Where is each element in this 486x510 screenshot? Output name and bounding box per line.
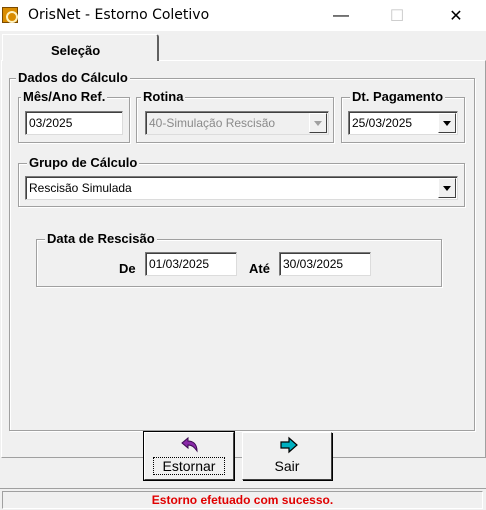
ate-label: Até xyxy=(249,261,270,276)
tab-selecao-label: Seleção xyxy=(51,43,101,58)
chevron-down-icon[interactable] xyxy=(438,178,456,198)
data-rescisao-group: Data de Rescisão De 01/03/2025 Até 30/03… xyxy=(36,231,442,287)
estornar-label: Estornar xyxy=(162,458,216,474)
dt-pagamento-select[interactable]: 25/03/2025 xyxy=(348,111,458,135)
mes-ano-input[interactable]: 03/2025 xyxy=(25,111,123,135)
minimize-button[interactable]: — xyxy=(318,0,364,31)
sair-button[interactable]: Sair xyxy=(242,432,332,480)
orisnet-app-icon xyxy=(2,7,18,23)
grupo-calculo-group: Grupo de Cálculo Rescisão Simulada xyxy=(18,155,465,207)
status-bar: Estorno efetuado com sucesso. xyxy=(0,488,486,510)
data-rescisao-legend: Data de Rescisão xyxy=(45,231,157,246)
exit-arrow-icon xyxy=(280,436,298,454)
rotina-group: Rotina 40-Simulação Rescisão xyxy=(136,89,334,143)
chevron-down-icon[interactable] xyxy=(438,113,456,133)
grupo-calculo-legend: Grupo de Cálculo xyxy=(27,155,140,170)
rotina-legend: Rotina xyxy=(141,89,186,104)
client-area: Dados do Cálculo Mês/Ano Ref. 03/2025 Ro… xyxy=(0,31,486,510)
data-rescisao-ate-input[interactable]: 30/03/2025 xyxy=(279,252,371,276)
grupo-calculo-select-value: Rescisão Simulada xyxy=(29,181,132,195)
de-label: De xyxy=(119,261,136,276)
dt-pagamento-select-value: 25/03/2025 xyxy=(352,116,413,130)
status-message: Estorno efetuado com sucesso. xyxy=(151,493,334,507)
status-panel: Estorno efetuado com sucesso. xyxy=(2,491,483,509)
estornar-button[interactable]: Estornar xyxy=(143,431,235,481)
tab-panel: Dados do Cálculo Mês/Ano Ref. 03/2025 Ro… xyxy=(1,60,486,458)
dt-pagamento-legend: Dt. Pagamento xyxy=(350,89,446,104)
grupo-calculo-select[interactable]: Rescisão Simulada xyxy=(25,176,458,200)
dados-calculo-legend: Dados do Cálculo xyxy=(16,70,130,85)
dt-pagamento-group: Dt. Pagamento 25/03/2025 xyxy=(341,89,465,143)
close-button[interactable]: ✕ xyxy=(433,0,479,31)
window-title: OrisNet - Estorno Coletivo xyxy=(28,7,210,23)
undo-arrow-icon xyxy=(181,436,198,453)
data-rescisao-de-input[interactable]: 01/03/2025 xyxy=(145,252,237,276)
sair-label: Sair xyxy=(274,458,300,474)
maximize-button[interactable]: ☐ xyxy=(374,0,420,31)
mes-ano-legend: Mês/Ano Ref. xyxy=(21,89,108,104)
rotina-select-value: 40-Simulação Rescisão xyxy=(149,116,276,130)
chevron-down-icon[interactable] xyxy=(309,113,327,133)
title-bar: OrisNet - Estorno Coletivo — ☐ ✕ xyxy=(0,0,486,31)
tab-selecao[interactable]: Seleção xyxy=(2,34,159,61)
rotina-select[interactable]: 40-Simulação Rescisão xyxy=(145,111,329,135)
dados-calculo-group: Dados do Cálculo Mês/Ano Ref. 03/2025 Ro… xyxy=(9,70,475,431)
mes-ano-group: Mês/Ano Ref. 03/2025 xyxy=(18,89,130,143)
